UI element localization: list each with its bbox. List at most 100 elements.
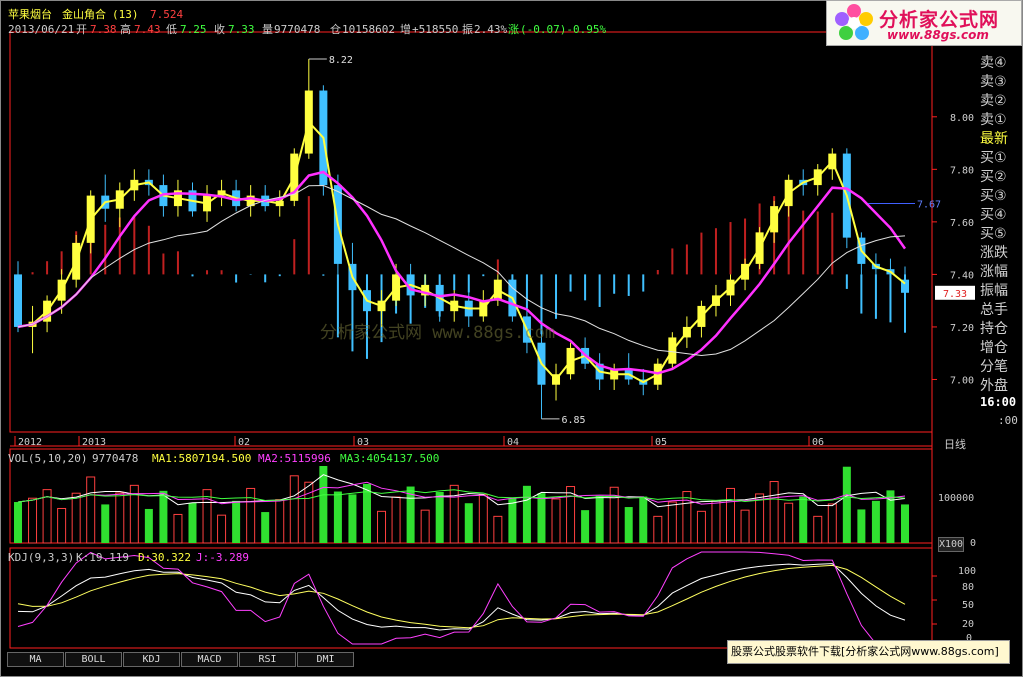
y-tick-label: 7.40 <box>950 270 974 281</box>
sp-buy2: 买② <box>980 169 1007 185</box>
sp-buy1: 买① <box>980 150 1007 166</box>
current-price-tag: 7.33 <box>943 289 967 300</box>
vol-value: 9770478 <box>92 452 139 465</box>
position-value: 10158602 <box>342 23 395 36</box>
stock-name: 苹果烟台 <box>8 8 52 21</box>
open-value: 7.38 <box>90 23 117 36</box>
kdj-axis-50: 50 <box>962 600 975 611</box>
y-tick-label: 8.00 <box>950 113 974 124</box>
volume-value: 9770478 <box>274 23 321 36</box>
vol-axis-top: 100000 <box>938 493 975 504</box>
x-tick-label: 03 <box>357 437 369 448</box>
quote-side-panel: 卖⑤ 卖④ 卖③ 卖② 卖① 最新 买① 买② 买③ 买④ 买⑤ 涨跌 涨幅 振… <box>978 32 1020 435</box>
sp-amplitude: 振幅 <box>980 283 1008 299</box>
kdj-axis-20: 20 <box>962 619 975 630</box>
volume-bar <box>420 509 430 544</box>
period-label[interactable]: 日线 <box>944 438 966 451</box>
volume-bar <box>333 491 342 543</box>
sp-buy4: 买④ <box>980 207 1007 223</box>
volume-bar <box>261 512 270 543</box>
volume-bar <box>740 509 750 544</box>
volume-bar <box>522 485 531 543</box>
volume-bar <box>857 509 866 543</box>
sp-time: 16:00 <box>980 395 1017 409</box>
volume-bar <box>304 481 314 544</box>
low-marker: 6.85 <box>561 415 585 426</box>
volume-bar <box>144 508 153 543</box>
sp-sell1: 卖① <box>980 112 1007 128</box>
high-marker: 8.22 <box>329 55 353 66</box>
volume-bar <box>508 498 517 543</box>
sp-sell4: 卖④ <box>980 55 1007 71</box>
tab-macd[interactable]: MACD <box>181 652 238 667</box>
kline-chart-svg[interactable]: 8.007.807.607.407.207.002012 2013 02 03 04 05… <box>0 0 1023 677</box>
x-tick-label: 2012 <box>18 437 42 448</box>
volume-ma-line <box>17 481 906 505</box>
volume-bar <box>246 487 256 544</box>
sp-time2: :00 <box>998 414 1018 427</box>
kdj-title: KDJ(9,3,3) <box>8 551 75 564</box>
volume-bar <box>101 504 110 543</box>
x-tick-label: 02 <box>238 437 250 448</box>
pattern-name: 金山角合 <box>62 8 106 21</box>
close-label: 收 <box>214 23 225 36</box>
x-tick-label: 2013 <box>82 437 106 448</box>
volume-bar <box>799 496 808 543</box>
sp-outer: 外盘 <box>980 378 1008 394</box>
volume-bar <box>493 515 503 544</box>
volume-bar <box>901 504 909 543</box>
level-marker: 7.67 <box>917 199 941 210</box>
price-now: 7.524 <box>150 8 184 21</box>
tab-ma[interactable]: MA <box>7 652 64 667</box>
kdj-k: K:19.119 <box>76 551 129 564</box>
sp-sell3: 卖③ <box>980 74 1007 90</box>
volume-bar <box>348 494 357 543</box>
low-label: 低 <box>166 23 177 36</box>
sp-change: 涨跌 <box>980 245 1008 261</box>
kdj-axis-100: 100 <box>958 566 977 577</box>
volume-bar <box>202 489 212 544</box>
volume-bar <box>478 494 488 544</box>
volume-bar <box>275 499 285 544</box>
y-tick-label: 7.20 <box>950 323 974 334</box>
increase-value: +518550 <box>412 23 459 36</box>
volume-bar <box>581 510 590 543</box>
volume-bar <box>842 466 851 543</box>
tab-kdj[interactable]: KDJ <box>123 652 180 667</box>
volume-bar <box>827 503 837 544</box>
logo-url[interactable]: www.88gs.com <box>887 28 989 42</box>
y-tick-label: 7.60 <box>950 218 974 229</box>
kdj-line <box>17 564 906 629</box>
tab-rsi[interactable]: RSI <box>239 652 296 667</box>
volume-bar <box>232 500 241 543</box>
volume-bar <box>696 510 706 544</box>
kdj-axis-80: 80 <box>962 582 975 593</box>
volume-bar <box>667 501 677 544</box>
position-label: 仓 <box>330 23 341 36</box>
kdj-line <box>17 563 906 631</box>
y-tick-label: 7.80 <box>950 165 974 176</box>
volume-bar <box>188 502 197 543</box>
footer-banner[interactable]: 股票公式股票软件下载[分析家公式网www.88gs.com] <box>727 640 1010 664</box>
sp-add-position: 增仓 <box>980 340 1008 356</box>
volume-bar <box>391 496 401 544</box>
x-tick-label: 04 <box>507 437 519 448</box>
volume-bar <box>319 466 328 543</box>
bar-date: 2013/06/21 <box>8 23 75 36</box>
tab-boll[interactable]: BOLL <box>65 652 122 667</box>
vol-ma2: MA2:5115996 <box>258 452 331 465</box>
tab-dmi[interactable]: DMI <box>297 652 354 667</box>
sp-total-volume: 总手 <box>980 302 1008 318</box>
volume-bar <box>726 487 736 544</box>
sp-change-pct: 涨幅 <box>980 264 1008 280</box>
y-tick-label: 7.00 <box>950 375 974 386</box>
volume-bar <box>14 502 22 543</box>
volume-bar <box>639 496 648 543</box>
change-value: (-0.07)-0.95% <box>520 23 607 36</box>
sp-buy5: 买⑤ <box>980 226 1007 242</box>
volume-bar <box>551 498 561 544</box>
x-tick-label: 06 <box>812 437 824 448</box>
volume-bar <box>115 492 125 544</box>
volume-bar <box>595 495 604 543</box>
high-value: 7.43 <box>134 23 161 36</box>
